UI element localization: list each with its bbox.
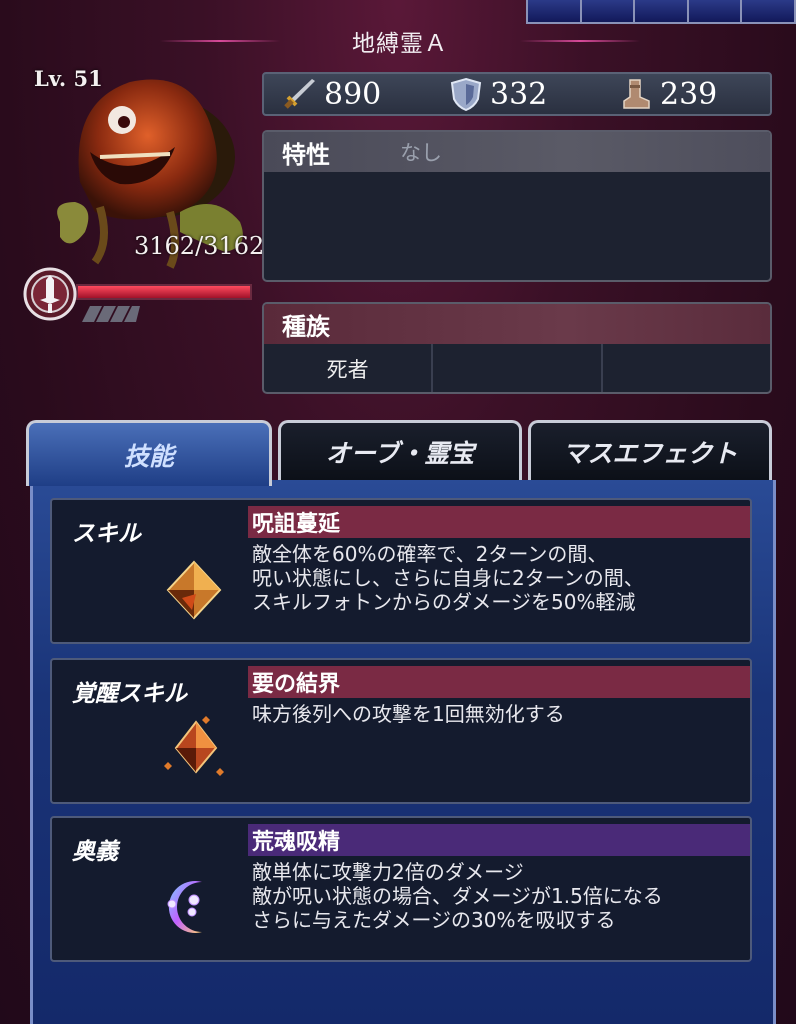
skill-description: 敵単体に攻撃力2倍のダメージ 敵が呪い状態の場合、ダメージが1.5倍になる さら… bbox=[252, 860, 663, 932]
stats-bar: 890 332 239 bbox=[262, 72, 772, 116]
speed-stat: 239 bbox=[618, 77, 768, 112]
boot-icon bbox=[623, 79, 650, 109]
amber-crystal-icon bbox=[166, 560, 222, 620]
top-menu-bar[interactable] bbox=[526, 0, 796, 24]
traits-value: なし bbox=[400, 141, 442, 165]
skill-card[interactable]: 覚醒スキル 要の結界 味方後列への攻撃を1回無効化する bbox=[50, 658, 752, 804]
race-header: 種族 bbox=[264, 304, 770, 344]
skill-description: 敵全体を60%の確率で、2ターンの間、 呪い状態にし、さらに自身に2ターンの間、… bbox=[252, 542, 644, 614]
skill-category: スキル bbox=[72, 520, 141, 547]
gauge-stripes bbox=[82, 306, 140, 322]
tab-orb-treasure[interactable]: オーブ・霊宝 bbox=[278, 420, 522, 480]
race-cell: 死者 bbox=[264, 344, 434, 392]
speed-value: 239 bbox=[660, 76, 718, 112]
shield-icon bbox=[450, 77, 482, 111]
sword-icon bbox=[284, 79, 315, 109]
tab-bar: 技能 オーブ・霊宝 マスエフェクト bbox=[26, 420, 776, 486]
race-cell bbox=[433, 344, 603, 392]
attack-stat: 890 bbox=[282, 77, 432, 112]
skill-name: 荒魂吸精 bbox=[248, 824, 750, 856]
monster-hp: 3162/3162 bbox=[134, 232, 265, 260]
tab-skills[interactable]: 技能 bbox=[26, 420, 272, 486]
tab-mass-effect[interactable]: マスエフェクト bbox=[528, 420, 772, 480]
skill-card[interactable]: 奥義 荒魂吸精 敵単体に攻撃力2倍のダメージ 敵が呪い状態の場合、ダメージが1.… bbox=[50, 816, 752, 962]
race-cell bbox=[603, 344, 770, 392]
skill-category: 奥義 bbox=[72, 838, 118, 865]
skill-name: 呪詛蔓延 bbox=[248, 506, 750, 538]
skill-name: 要の結界 bbox=[248, 666, 750, 698]
hp-bar bbox=[76, 284, 252, 300]
crescent-moon-icon bbox=[167, 881, 202, 933]
traits-panel: 特性 なし bbox=[262, 130, 772, 282]
race-panel: 種族 死者 bbox=[262, 302, 772, 394]
traits-label: 特性 bbox=[282, 139, 330, 169]
race-label: 種族 bbox=[282, 311, 330, 341]
barrier-crystal-icon bbox=[164, 716, 224, 776]
monster-level: Lv. 51 bbox=[34, 66, 103, 91]
defense-value: 332 bbox=[490, 76, 548, 112]
monster-name: 地縛霊Ａ bbox=[352, 31, 448, 57]
skill-card[interactable]: スキル 呪詛蔓延 敵全体を60%の確率で、2ターンの間、 呪い状態にし、さらに自… bbox=[50, 498, 752, 644]
traits-header: 特性 なし bbox=[264, 132, 770, 172]
defense-stat: 332 bbox=[450, 77, 600, 112]
race-row: 死者 bbox=[264, 344, 770, 392]
attack-type-badge-icon bbox=[23, 267, 77, 321]
hp-bar-fill bbox=[78, 286, 250, 298]
attack-value: 890 bbox=[324, 76, 382, 112]
skill-description: 味方後列への攻撃を1回無効化する bbox=[252, 702, 565, 726]
skill-category: 覚醒スキル bbox=[72, 680, 187, 707]
